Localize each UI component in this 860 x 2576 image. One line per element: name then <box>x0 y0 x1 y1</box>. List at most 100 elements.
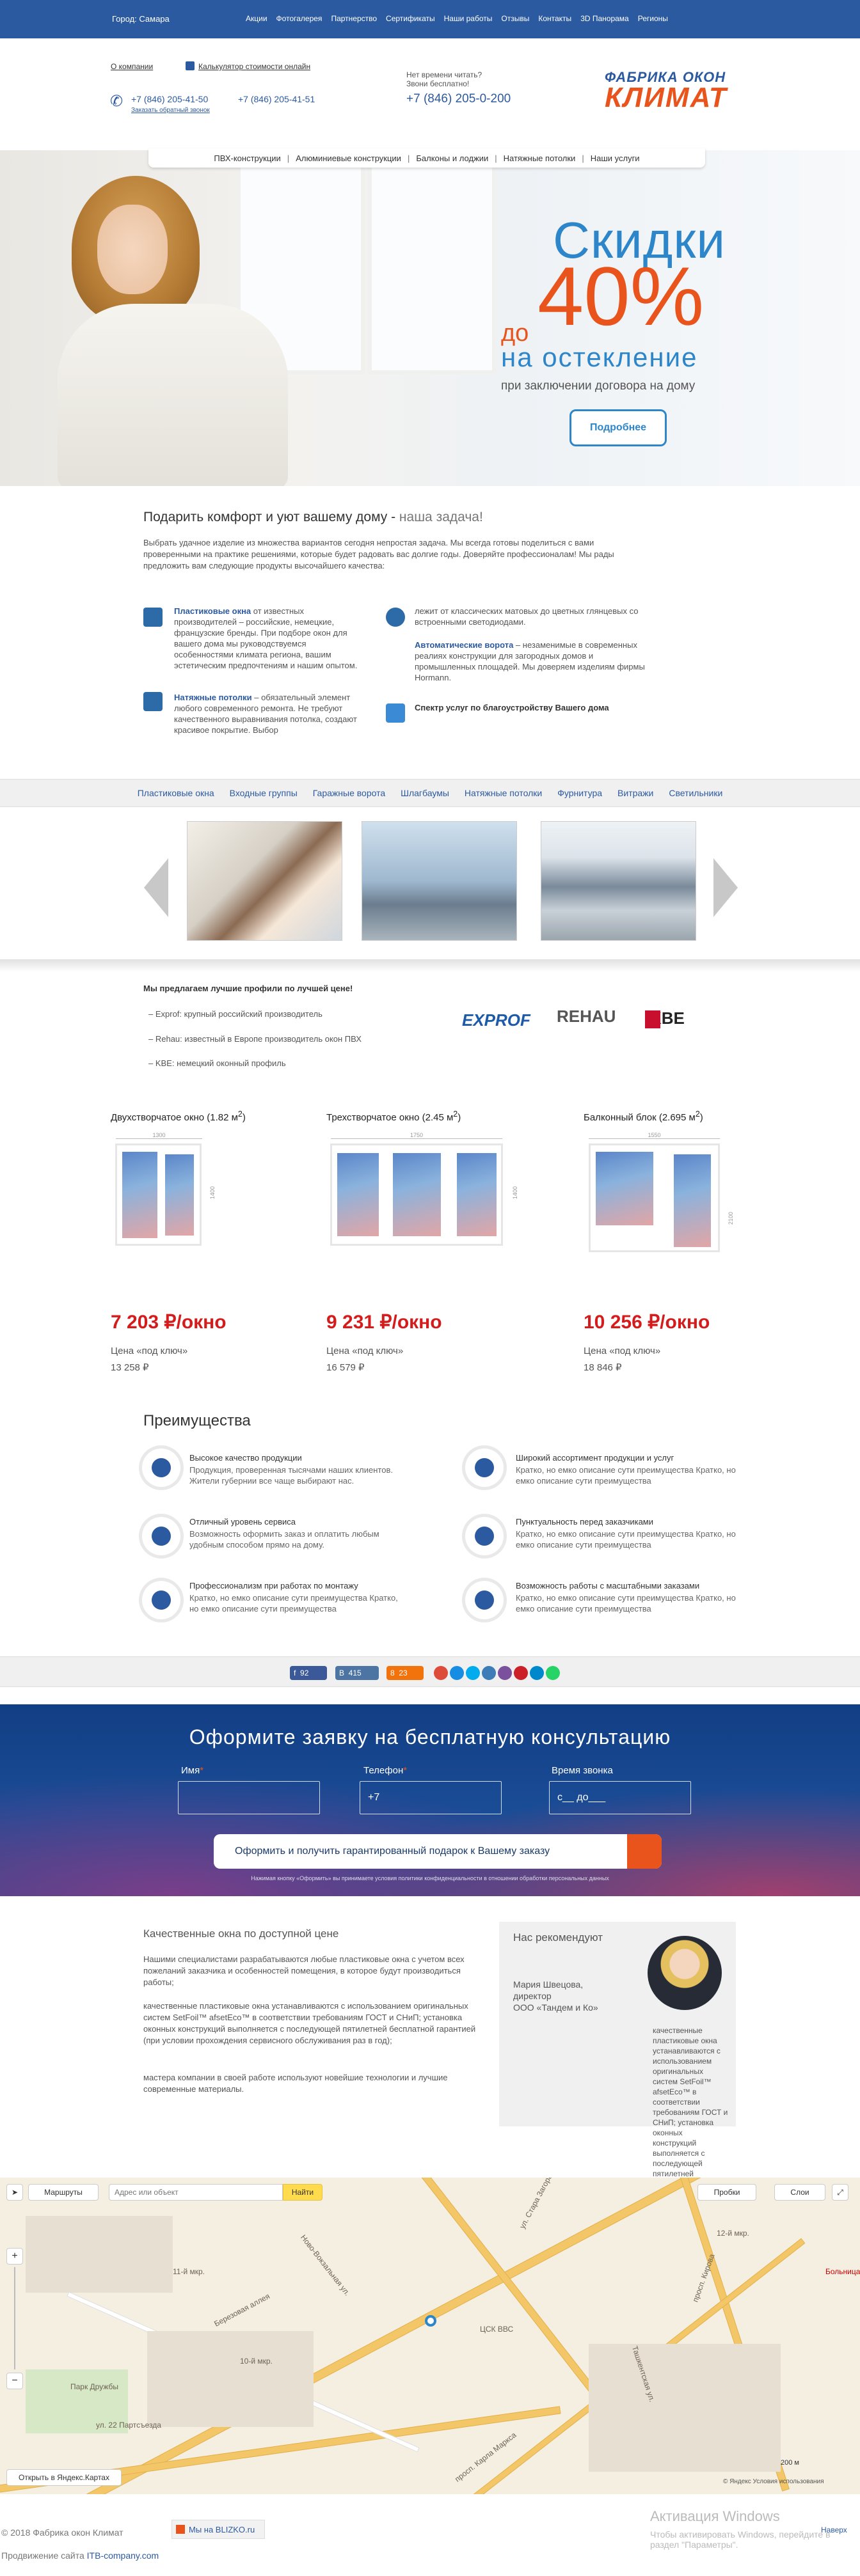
window-1-height: 1400 <box>209 1186 216 1200</box>
window-2-glass-right <box>457 1153 497 1236</box>
map[interactable]: 11-й мкр. 10-й мкр. 12-й мкр. ул. Стара … <box>0 2178 860 2494</box>
zoom-in-button[interactable]: + <box>6 2248 23 2265</box>
free-phone[interactable]: +7 (846) 205-0-200 <box>406 92 511 106</box>
livejournal-icon[interactable] <box>482 1666 496 1680</box>
submenu-aluminium[interactable]: Алюминиевые конструкции <box>296 153 401 163</box>
hero-more-button[interactable]: Подробнее <box>569 409 667 446</box>
back-to-top[interactable]: Наверх <box>821 2525 847 2534</box>
cat-windows[interactable]: Пластиковые окна <box>138 788 214 798</box>
gallery-image-1[interactable] <box>187 821 342 941</box>
topnav-contacts[interactable]: Контакты <box>538 14 571 23</box>
footer-dev-link[interactable]: ITB-company.com <box>87 2550 159 2561</box>
cat-lamps[interactable]: Светильники <box>669 788 722 798</box>
call-free-text: Звони бесплатно! <box>406 79 470 88</box>
routes-button[interactable]: Маршруты <box>28 2184 99 2201</box>
city-selector[interactable]: Город: Самара <box>112 14 170 24</box>
blizko-badge[interactable]: Мы на BLIZKO.ru <box>171 2520 265 2539</box>
recommend-company: ООО «Тандем и Ко» <box>513 2002 598 2013</box>
gplus-icon[interactable] <box>434 1666 448 1680</box>
vk-count: 415 <box>348 1669 362 1677</box>
share-ok[interactable]: 8 23 <box>386 1666 424 1680</box>
cat-entrance[interactable]: Входные группы <box>230 788 298 798</box>
briefcase-icon <box>465 1517 504 1555</box>
telegram-icon[interactable] <box>530 1666 544 1680</box>
window-2-frame[interactable] <box>330 1143 503 1246</box>
callback-link[interactable]: Заказать обратный звонок <box>131 107 210 114</box>
geolocation-icon[interactable]: ➤ <box>6 2184 23 2201</box>
location-pin-icon[interactable] <box>425 2315 436 2327</box>
cat-stained-glass[interactable]: Витражи <box>617 788 653 798</box>
topnav-regions[interactable]: Регионы <box>638 14 668 23</box>
ok-icon: 8 <box>390 1669 399 1677</box>
map-find-button[interactable]: Найти <box>283 2184 322 2201</box>
open-yandex-link[interactable]: Открыть в Яндекс.Картах <box>6 2469 122 2486</box>
calculator-icon <box>186 61 195 70</box>
share-facebook[interactable]: f 92 <box>290 1666 327 1680</box>
topnav-gallery[interactable]: Фотогалерея <box>276 14 322 23</box>
submenu-services[interactable]: Наши услуги <box>591 153 640 163</box>
mailru-icon[interactable] <box>450 1666 464 1680</box>
topnav-3d-panorama[interactable]: 3D Панорама <box>580 14 629 23</box>
window-3-frame[interactable] <box>589 1143 720 1252</box>
submenu-ceilings[interactable]: Натяжные потолки <box>504 153 576 163</box>
cat-garage[interactable]: Гаражные ворота <box>313 788 385 798</box>
map-copyright[interactable]: © Яндекс Условия использования <box>723 2478 824 2485</box>
window-1-frame[interactable] <box>115 1143 202 1246</box>
window-2-glass-mid <box>393 1153 441 1236</box>
topnav-reviews[interactable]: Отзывы <box>501 14 529 23</box>
submit-order-button[interactable]: Оформить и получить гарантированный пода… <box>214 1834 662 1869</box>
name-input[interactable] <box>178 1781 320 1814</box>
window-3-door-glass <box>674 1154 711 1247</box>
map-label: 12-й мкр. <box>717 2229 749 2238</box>
topnav-partnership[interactable]: Партнерство <box>331 14 377 23</box>
tools-icon <box>386 703 405 723</box>
map-label: Ново-Вокзальная ул. <box>298 2233 352 2298</box>
search-icon <box>465 1581 504 1619</box>
ceiling-icon <box>143 692 163 711</box>
avatar <box>648 1936 722 2010</box>
cat-fittings[interactable]: Фурнитура <box>557 788 602 798</box>
gallery-prev-arrow[interactable] <box>144 858 168 917</box>
gallery-image-2[interactable] <box>362 821 517 941</box>
twitter-icon[interactable] <box>466 1666 480 1680</box>
gallery-image-3[interactable] <box>541 821 696 941</box>
whatsapp-icon[interactable] <box>546 1666 560 1680</box>
map-search-input[interactable] <box>109 2184 283 2201</box>
cat-barriers[interactable]: Шлагбаумы <box>401 788 449 798</box>
fullscreen-icon[interactable]: ⤢ <box>832 2184 848 2201</box>
calculator-link[interactable]: Калькулятор стоимости онлайн <box>198 62 310 71</box>
phone-2[interactable]: +7 (846) 205-41-51 <box>238 94 315 104</box>
topnav-works[interactable]: Наши работы <box>444 14 493 23</box>
gallery-next-arrow[interactable] <box>713 858 738 917</box>
submenu-pvc[interactable]: ПВХ-конструкции <box>214 153 280 163</box>
profile-kbe: – KBE: немецкий оконный профиль <box>148 1058 286 1068</box>
zoom-out-button[interactable]: − <box>6 2373 23 2389</box>
map-label: 11-й мкр. <box>173 2267 205 2276</box>
cat-ceilings[interactable]: Натяжные потолки <box>465 788 542 798</box>
topnav-certificates[interactable]: Сертификаты <box>386 14 435 23</box>
share-bar: f 92 B 415 8 23 <box>0 1656 860 1687</box>
call-time-input[interactable] <box>549 1781 691 1814</box>
adv-2-desc: Кратко, но емко описание сути преимущест… <box>516 1465 736 1486</box>
pinterest-icon[interactable] <box>514 1666 528 1680</box>
adv-5-title: Профессионализм при работах по монтажу <box>189 1581 358 1590</box>
phone-input[interactable] <box>360 1781 502 1814</box>
zoom-slider[interactable] <box>14 2267 15 2369</box>
window-1-glass-right <box>165 1154 194 1236</box>
layers-button[interactable]: Слои <box>774 2184 825 2201</box>
logo[interactable]: ФАБРИКА ОКОН КЛИМАТ <box>605 69 739 112</box>
form-title: Оформите заявку на бесплатную консультац… <box>189 1725 671 1748</box>
hero-window-bg <box>368 163 496 374</box>
share-vk[interactable]: B 415 <box>335 1666 379 1680</box>
phone-1[interactable]: +7 (846) 205-41-50 <box>131 94 208 104</box>
product-ceilings: Натяжные потолки – обязательный элемент … <box>174 693 357 735</box>
submenu-balconies[interactable]: Балконы и лоджии <box>416 153 488 163</box>
window-2-old-price: 16 579 ₽ <box>326 1362 365 1373</box>
traffic-button[interactable]: Пробки <box>697 2184 756 2201</box>
about-link[interactable]: О компании <box>111 62 153 71</box>
viber-icon[interactable] <box>498 1666 512 1680</box>
adv-6-title: Возможность работы с масштабными заказам… <box>516 1581 700 1590</box>
service-bell-icon <box>142 1517 180 1555</box>
topnav-promo[interactable]: Акции <box>246 14 267 23</box>
map-label: Березовая аллея <box>212 2291 271 2329</box>
